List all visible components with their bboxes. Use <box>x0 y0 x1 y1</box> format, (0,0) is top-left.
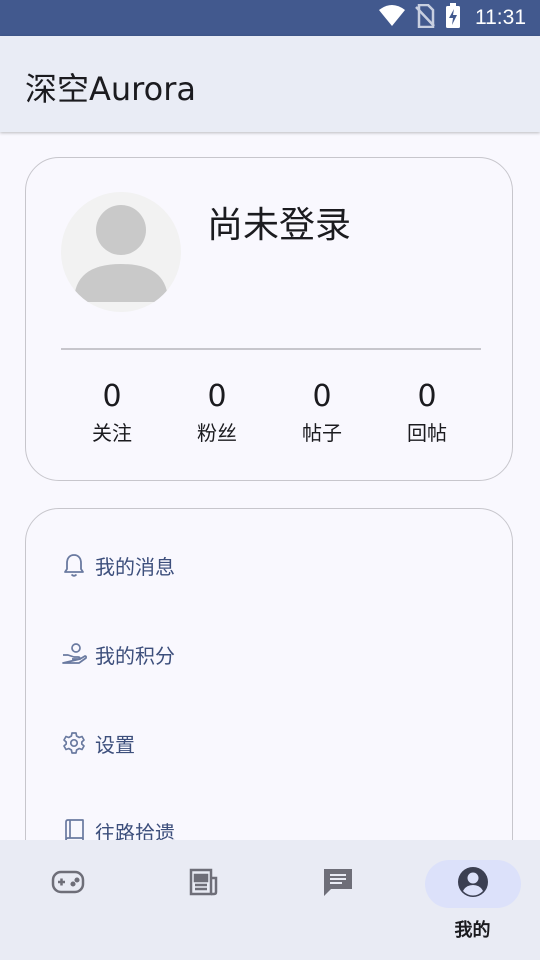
wifi-icon <box>379 5 405 31</box>
bottom-nav: 我的 <box>0 840 540 960</box>
bell-icon <box>61 552 87 578</box>
nav-icon-container <box>155 860 251 908</box>
battery-charging-icon <box>445 3 461 33</box>
status-time: 11:31 <box>475 6 526 29</box>
stat-value: 0 <box>102 379 122 414</box>
stat-value: 0 <box>417 379 437 414</box>
stat-followers[interactable]: 0 粉丝 <box>172 378 262 450</box>
status-bar: 11:31 <box>0 0 540 36</box>
stat-following[interactable]: 0 关注 <box>67 378 157 450</box>
stat-label: 帖子 <box>302 421 342 445</box>
nav-item-profile[interactable]: 我的 <box>405 840 540 960</box>
app-title: 深空Aurora <box>25 70 196 108</box>
stat-value: 0 <box>207 379 227 414</box>
default-avatar-icon <box>74 205 168 302</box>
no-sim-icon <box>415 3 435 32</box>
stat-label: 关注 <box>92 421 132 445</box>
nav-item-chat[interactable] <box>270 840 405 960</box>
account-circle-icon <box>457 866 489 902</box>
stat-label: 回帖 <box>407 421 447 445</box>
stat-value: 0 <box>312 379 332 414</box>
settings-gear-icon <box>61 730 87 756</box>
menu-item-points[interactable]: 我的积分 <box>61 634 175 674</box>
chat-icon <box>322 867 354 901</box>
gamepad-icon <box>51 869 85 899</box>
newspaper-icon <box>188 867 218 901</box>
nav-active-indicator <box>424 860 521 908</box>
stat-posts[interactable]: 0 帖子 <box>277 378 367 450</box>
menu-item-messages[interactable]: 我的消息 <box>61 545 175 585</box>
nav-item-games[interactable] <box>0 840 135 960</box>
nav-item-news[interactable] <box>135 840 270 960</box>
divider <box>61 348 481 350</box>
points-hand-icon <box>61 641 87 667</box>
menu-item-label: 我的消息 <box>95 554 175 579</box>
menu-item-label: 我的积分 <box>95 643 175 668</box>
menu-item-label: 设置 <box>95 732 135 757</box>
username: 尚未登录 <box>207 205 352 246</box>
stat-replies[interactable]: 0 回帖 <box>382 378 472 450</box>
avatar[interactable] <box>61 192 181 312</box>
nav-icon-container <box>290 860 386 908</box>
nav-icon-container <box>20 860 116 908</box>
status-icons: 11:31 <box>379 0 526 36</box>
app-bar: 深空Aurora <box>0 36 540 132</box>
nav-label: 我的 <box>454 920 491 941</box>
stat-label: 粉丝 <box>197 421 237 445</box>
menu-item-settings[interactable]: 设置 <box>61 723 135 763</box>
profile-card[interactable]: 尚未登录 0 关注 0 粉丝 0 帖子 0 回帖 <box>25 157 513 481</box>
